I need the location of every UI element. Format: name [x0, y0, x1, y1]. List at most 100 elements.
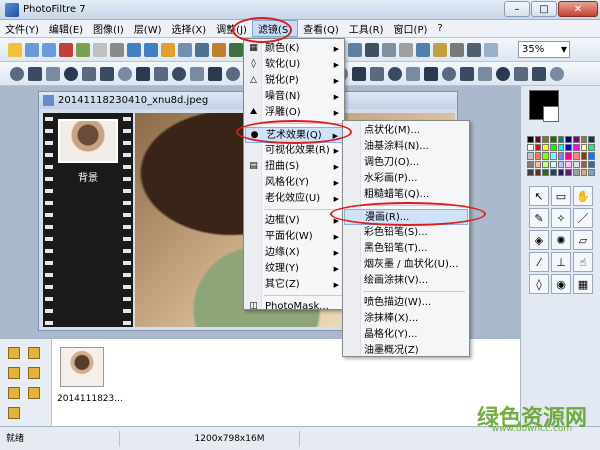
palette-swatch[interactable]: [580, 152, 588, 160]
filter-menu-item[interactable]: ◊ 软化(U) ▶: [245, 57, 343, 73]
palette-swatch[interactable]: [588, 144, 595, 152]
filter-tool-icon[interactable]: [46, 67, 60, 81]
folder-icon[interactable]: [8, 347, 20, 359]
palette-swatch[interactable]: [580, 160, 588, 168]
filter-menu-item[interactable]: 纹理(Y) ▶: [245, 261, 343, 277]
menu-window[interactable]: 窗口(P): [389, 21, 433, 36]
toolbar-tool-icon[interactable]: [93, 43, 107, 57]
palette-swatch[interactable]: [534, 144, 542, 152]
brush-tool-icon[interactable]: ⁄: [529, 252, 549, 272]
filter-tool-icon[interactable]: [100, 67, 114, 81]
art-effect-item[interactable]: 涂抹棒(X)...: [344, 311, 468, 327]
palette-swatch[interactable]: [549, 168, 557, 176]
filter-tool-icon[interactable]: [478, 67, 492, 81]
art-effect-item[interactable]: 油墨概况(Z): [344, 343, 468, 359]
filter-tool-icon[interactable]: [406, 67, 420, 81]
palette-swatch[interactable]: [534, 168, 542, 176]
toolbar-tool-icon[interactable]: [484, 43, 498, 57]
palette-swatch[interactable]: [542, 144, 549, 152]
palette-swatch[interactable]: [565, 136, 572, 144]
art-effect-item[interactable]: 绘画涂抹(V)...: [344, 273, 468, 289]
toolbar-tool-icon[interactable]: [76, 43, 90, 57]
layer-thumbnail[interactable]: [58, 119, 118, 163]
filter-tool-icon[interactable]: [442, 67, 456, 81]
toolbar-tool-icon[interactable]: [433, 43, 447, 57]
filter-tool-icon[interactable]: [352, 67, 366, 81]
file-thumbnail[interactable]: [60, 347, 104, 387]
toolbar-tool-icon[interactable]: [25, 43, 39, 57]
menu-help[interactable]: ?: [432, 23, 447, 34]
toolbar-tool-icon[interactable]: [348, 43, 362, 57]
palette-swatch[interactable]: [527, 136, 534, 144]
palette-swatch[interactable]: [534, 136, 542, 144]
filter-tool-icon[interactable]: [460, 67, 474, 81]
filter-menu-item[interactable]: △ 锐化(P) ▶: [245, 73, 343, 89]
palette-swatch[interactable]: [565, 144, 572, 152]
toolbar-tool-icon[interactable]: [161, 43, 175, 57]
toolbar-tool-icon[interactable]: [8, 43, 22, 57]
toolbar-tool-icon[interactable]: [229, 43, 243, 57]
palette-swatch[interactable]: [542, 168, 549, 176]
filter-tool-icon[interactable]: [172, 67, 186, 81]
grid-view-icon[interactable]: [8, 407, 20, 419]
menu-layer[interactable]: 层(W): [129, 21, 167, 36]
toolbar-tool-icon[interactable]: [382, 43, 396, 57]
toolbar-tool-icon[interactable]: [42, 43, 56, 57]
filter-menu-item[interactable]: ◫ PhotoMask...: [245, 299, 343, 315]
menu-edit[interactable]: 编辑(E): [44, 21, 88, 36]
select-tool-icon[interactable]: ▭: [551, 186, 571, 206]
palette-swatch[interactable]: [527, 168, 534, 176]
toolbar-tool-icon[interactable]: [195, 43, 209, 57]
palette-swatch[interactable]: [565, 160, 572, 168]
art-effect-item[interactable]: 黑色铅笔(T)...: [344, 241, 468, 257]
art-effect-item[interactable]: 烟灰墨 / 血状化(U)...: [344, 257, 468, 273]
folder-open-icon[interactable]: [8, 387, 20, 399]
filter-menu-item[interactable]: 老化效应(U) ▶: [245, 191, 343, 207]
pointer-tool-icon[interactable]: ↖: [529, 186, 549, 206]
folder-up-icon[interactable]: [8, 367, 20, 379]
menu-adjust[interactable]: 调整(J): [211, 21, 252, 36]
folder-refresh-icon[interactable]: [28, 367, 40, 379]
palette-swatch[interactable]: [588, 160, 595, 168]
magic-wand-tool-icon[interactable]: ✧: [551, 208, 571, 228]
spray-tool-icon[interactable]: ✺: [551, 230, 571, 250]
close-button[interactable]: ✕: [558, 1, 598, 17]
palette-swatch[interactable]: [572, 168, 580, 176]
menu-view[interactable]: 查看(Q): [298, 21, 344, 36]
art-effect-item[interactable]: 漫画(R)...: [344, 209, 468, 225]
minimize-button[interactable]: –: [504, 1, 530, 17]
menu-filter[interactable]: 滤镜(S): [251, 20, 299, 37]
line-tool-icon[interactable]: ／: [573, 208, 593, 228]
smudge-tool-icon[interactable]: ☝: [573, 252, 593, 272]
filter-tool-icon[interactable]: [154, 67, 168, 81]
art-effect-item[interactable]: 喷色描边(W)...: [344, 295, 468, 311]
filter-menu-item[interactable]: 噪音(N) ▶: [245, 89, 343, 105]
palette-swatch[interactable]: [588, 152, 595, 160]
palette-swatch[interactable]: [557, 168, 565, 176]
toolbar-tool-icon[interactable]: [59, 43, 73, 57]
filter-menu-item[interactable]: ▦ 颜色(K) ▶: [245, 41, 343, 57]
art-effect-item[interactable]: 彩色铅笔(S)...: [344, 225, 468, 241]
eraser-tool-icon[interactable]: ▱: [573, 230, 593, 250]
menu-image[interactable]: 图像(I): [88, 21, 129, 36]
toolbar-tool-icon[interactable]: [127, 43, 141, 57]
filter-tool-icon[interactable]: [190, 67, 204, 81]
filter-tool-icon[interactable]: [64, 67, 78, 81]
filter-tool-icon[interactable]: [370, 67, 384, 81]
palette-swatch[interactable]: [580, 168, 588, 176]
stamp-tool-icon[interactable]: ⊥: [551, 252, 571, 272]
filter-tool-icon[interactable]: [514, 67, 528, 81]
palette-swatch[interactable]: [588, 168, 595, 176]
palette-swatch[interactable]: [557, 152, 565, 160]
filter-tool-icon[interactable]: [28, 67, 42, 81]
palette-swatch[interactable]: [534, 152, 542, 160]
palette-swatch[interactable]: [549, 152, 557, 160]
toolbar-tool-icon[interactable]: [178, 43, 192, 57]
filter-menu-item[interactable]: 平面化(W) ▶: [245, 229, 343, 245]
filter-tool-icon[interactable]: [532, 67, 546, 81]
palette-swatch[interactable]: [565, 152, 572, 160]
palette-swatch[interactable]: [580, 136, 588, 144]
filter-tool-icon[interactable]: [118, 67, 132, 81]
clone-tool-icon[interactable]: ▦: [573, 274, 593, 294]
palette-swatch[interactable]: [588, 136, 595, 144]
